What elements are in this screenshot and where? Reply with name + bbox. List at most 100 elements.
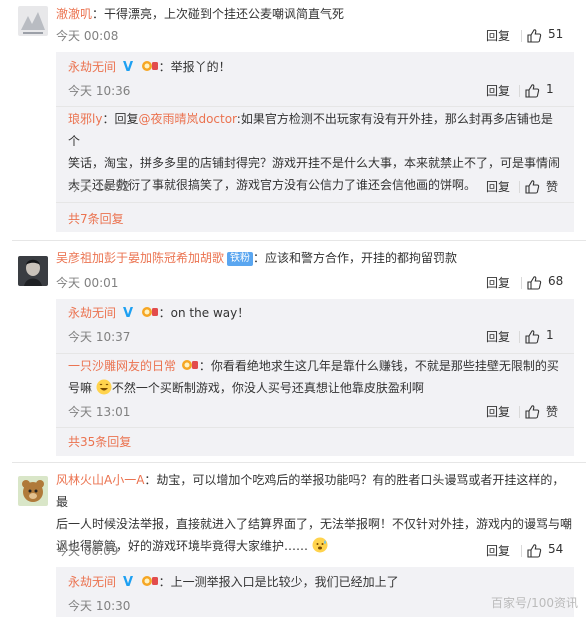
reply-list: 永劫无间 V ：举报丫的！ 今天 10:36 回复 1 琅邪ly：回复@夜雨晴岚…: [56, 52, 574, 232]
verified-v-icon: V: [123, 60, 133, 73]
reply-text-line2b: 不然一个买断制游戏，你没人买号还真想让他靠皮肤盈利啊: [111, 381, 424, 395]
avatar[interactable]: [18, 476, 48, 506]
more-replies-link[interactable]: 共7条回复: [68, 210, 124, 227]
svg-text:V: V: [123, 60, 133, 73]
timestamp: 今天 00:09: [56, 544, 119, 558]
svg-text:V: V: [123, 306, 133, 319]
fan-badge: 铁粉: [227, 252, 254, 266]
verified-v-icon: V: [123, 575, 133, 588]
meta-divider: [519, 331, 520, 343]
avatar-image: [18, 6, 48, 36]
comment-item: 澈澈叽：干得漂亮，上次碰到个挂还公麦嘲讽简直气死 今天 00:08 回复 51 …: [0, 0, 586, 232]
username-link[interactable]: 一只沙雕网友的日常: [68, 359, 176, 373]
reply-divider: [56, 427, 574, 428]
avatar[interactable]: [18, 256, 48, 286]
comment-meta: 今天 00:08 回复 51: [56, 27, 574, 45]
comment-meta: 今天 00:09 回复 54: [56, 542, 574, 560]
username-link[interactable]: 永劫无间: [68, 575, 116, 589]
like-count: 1: [546, 328, 554, 342]
medal-icon: [181, 360, 198, 370]
reply-text: ：举报丫的！: [158, 60, 231, 74]
timestamp: 今天 00:08: [56, 29, 119, 43]
like-count: 68: [548, 274, 564, 288]
medal-icon: [141, 307, 158, 317]
like-label: 赞: [546, 405, 559, 419]
username-link[interactable]: 澈澈叽: [56, 7, 92, 21]
reply-item: 一只沙雕网友的日常 ：你看看绝地求生这几年是靠什么赚钱，不就是那些挂壁无限制的买…: [68, 355, 562, 419]
comment-item: 吴彦祖加彭于晏加陈冠希加胡歌 铁粉 ：应该和警方合作，开挂的都拘留罚款 今天 00:…: [0, 244, 586, 456]
like-count: 51: [548, 27, 564, 41]
username-link[interactable]: 琅邪ly: [68, 112, 102, 126]
timestamp: 今天 10:36: [68, 84, 131, 98]
reply-item: 永劫无间 V ：on the way！ 今天 10:37 回复 1: [68, 302, 562, 344]
avatar-image: [18, 256, 48, 286]
meta-divider: [521, 30, 522, 42]
comment-body: 澈澈叽：干得漂亮，上次碰到个挂还公麦嘲讽简直气死: [56, 3, 574, 25]
timestamp: 今天 10:37: [68, 330, 131, 344]
laughing-emoji-icon: [96, 379, 112, 395]
reply-button[interactable]: 回复: [486, 542, 510, 559]
like-count: 1: [546, 82, 554, 96]
reply-text: ：上一测举报入口是比较少，我们已经加上了: [158, 575, 399, 589]
reply-prefix: ：回复: [102, 112, 139, 126]
thumbs-up-icon: [525, 405, 540, 419]
medal-icon: [141, 61, 158, 71]
thumbs-up-icon: [527, 276, 542, 290]
meta-divider: [519, 85, 520, 97]
comment-text: ：应该和警方合作，开挂的都拘留罚款: [253, 251, 458, 265]
more-replies-link[interactable]: 共35条回复: [68, 433, 131, 450]
username-link[interactable]: 永劫无间: [68, 60, 116, 74]
reply-button[interactable]: 回复: [486, 27, 510, 44]
verified-v-icon: V: [123, 306, 133, 319]
timestamp: 今天 00:01: [56, 276, 119, 290]
thumbs-up-icon: [525, 84, 540, 98]
meta-divider: [519, 406, 520, 418]
avatar[interactable]: [18, 6, 48, 36]
timestamp: 今天 10:30: [68, 599, 131, 613]
like-label: 赞: [546, 180, 559, 194]
reply-button[interactable]: 回复: [486, 274, 510, 291]
reply-text-line2: 笑话，淘宝，拼多多里的店铺封得完？游戏开挂不是什么大事，本来就禁止不了，可是事情…: [68, 156, 561, 170]
reply-item: 琅邪ly：回复@夜雨晴岚doctor:如果官方检测不出玩家有没有开外挂，那么封再…: [68, 108, 562, 196]
reply-meta: 今天 10:37 回复 1: [68, 328, 562, 346]
reply-button[interactable]: 回复: [486, 82, 510, 99]
thumbs-up-icon: [527, 544, 542, 558]
watermark: 百家号/100资讯: [491, 596, 578, 610]
comment-divider: [12, 240, 586, 241]
comment-text-line2: 后一人时候没法举报，直接就进入了结算界面了，无法举报啊！不仅针对外挂，游戏内的谩…: [56, 517, 573, 531]
avatar-image: [18, 476, 48, 506]
medal-icon: [141, 576, 158, 586]
thumbs-up-icon: [527, 29, 542, 43]
username-link[interactable]: 吴彦祖加彭于晏加陈冠希加胡歌: [56, 251, 224, 265]
like-count: 54: [548, 542, 564, 556]
comment-divider: [12, 462, 586, 463]
comment-body: 吴彦祖加彭于晏加陈冠希加胡歌 铁粉 ：应该和警方合作，开挂的都拘留罚款: [56, 247, 574, 269]
thumbs-up-icon: [525, 180, 540, 194]
svg-text:V: V: [123, 575, 133, 588]
mention-link[interactable]: @夜雨晴岚doctor: [138, 112, 236, 126]
reply-divider: [56, 353, 574, 354]
reply-item: 永劫无间 V ：举报丫的！ 今天 10:36 回复 1: [68, 56, 562, 98]
meta-divider: [521, 545, 522, 557]
timestamp: 今天 16:52: [68, 180, 131, 194]
meta-divider: [521, 277, 522, 289]
thumbs-up-icon: [525, 330, 540, 344]
comment-meta: 今天 00:01 回复 68: [56, 274, 574, 292]
reply-meta: 今天 13:01 回复 赞: [68, 403, 562, 421]
reply-button[interactable]: 回复: [486, 403, 510, 420]
reply-text-line2a: 号嘛: [68, 381, 93, 395]
reply-divider: [56, 202, 574, 203]
reply-text: ：on the way！: [158, 306, 250, 320]
reply-text-line1: ：你看看绝地求生这几年是靠什么赚钱，不就是那些挂壁无限制的买: [198, 359, 559, 373]
meta-divider: [519, 181, 520, 193]
comment-text: ：干得漂亮，上次碰到个挂还公麦嘲讽简直气死: [92, 7, 345, 21]
username-link[interactable]: 风林火山A小一A: [56, 473, 144, 487]
reply-list: 永劫无间 V ：on the way！ 今天 10:37 回复 1 一只沙雕网友…: [56, 299, 574, 456]
reply-item: 永劫无间 V ：上一测举报入口是比较少，我们已经加上了 今天 10:30: [68, 571, 562, 613]
reply-meta: 今天 16:52 回复 赞: [68, 178, 562, 196]
reply-button[interactable]: 回复: [486, 328, 510, 345]
reply-meta: 今天 10:36 回复 1: [68, 82, 562, 100]
timestamp: 今天 13:01: [68, 405, 131, 419]
username-link[interactable]: 永劫无间: [68, 306, 116, 320]
reply-button[interactable]: 回复: [486, 178, 510, 195]
